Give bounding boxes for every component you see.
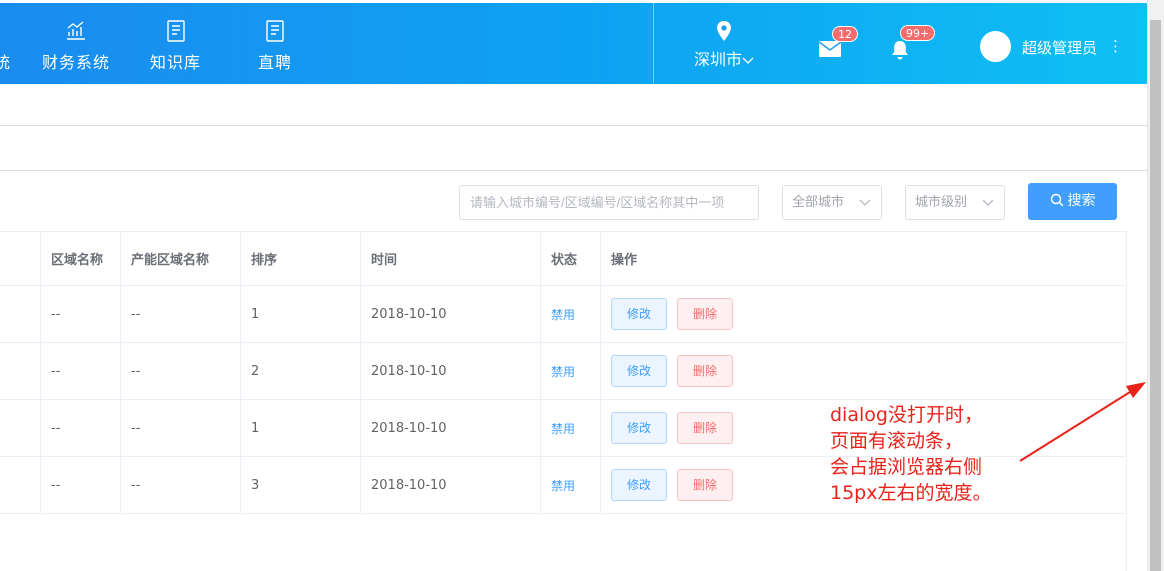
edit-button[interactable]: 修改: [611, 298, 667, 330]
nav-item-knowledge[interactable]: 知识库: [150, 19, 201, 73]
status-toggle-link[interactable]: 禁用: [551, 306, 575, 323]
table-row: -- -- 2 2018-10-10 禁用 修改 删除: [0, 343, 1127, 400]
chevron-down-icon: [742, 57, 754, 64]
mail-button[interactable]: 12: [818, 26, 858, 62]
search-input[interactable]: [459, 185, 759, 220]
city-selector[interactable]: 深圳市: [690, 20, 758, 70]
breadcrumb-bar: [0, 84, 1147, 126]
city-label: 深圳市: [693, 50, 742, 69]
nav-item-finance[interactable]: 财务系统: [42, 19, 110, 73]
city-filter-select[interactable]: 全部城市: [782, 185, 882, 220]
more-vertical-icon[interactable]: ⋮: [1108, 37, 1123, 55]
delete-button[interactable]: 删除: [677, 298, 733, 330]
table-right-border: [1126, 231, 1127, 571]
notification-button[interactable]: 99+: [890, 25, 936, 65]
edit-button[interactable]: 修改: [611, 412, 667, 444]
level-filter-value: 城市级别: [915, 195, 968, 210]
search-icon: [1050, 193, 1063, 207]
column-header: 时间: [360, 232, 540, 285]
nav-item-label: 财务系统: [42, 53, 111, 72]
table-row: -- -- 1 2018-10-10 禁用 修改 删除: [0, 286, 1127, 343]
status-toggle-link[interactable]: 禁用: [551, 363, 575, 380]
bell-icon: [892, 41, 908, 60]
nav-item-recruit[interactable]: 直聘: [258, 19, 292, 73]
table-header-row: 区域名称 产能区域名称 排序 时间 状态 操作: [0, 232, 1127, 286]
chevron-down-icon: [982, 199, 994, 206]
delete-button[interactable]: 删除: [677, 355, 733, 387]
level-filter-select[interactable]: 城市级别: [905, 185, 1005, 220]
document-icon: [266, 20, 284, 42]
mail-badge: 12: [832, 26, 858, 42]
nav-item-label: 知识库: [150, 53, 202, 72]
edit-button[interactable]: 修改: [611, 469, 667, 501]
username[interactable]: 超级管理员: [1022, 37, 1097, 58]
chart-icon: [67, 21, 85, 40]
notification-badge: 99+: [900, 25, 936, 41]
status-toggle-link[interactable]: 禁用: [551, 420, 575, 437]
edit-button[interactable]: 修改: [611, 355, 667, 387]
mail-icon: [818, 41, 842, 57]
column-header: 操作: [600, 232, 1127, 285]
annotation-text: dialog没打开时， 页面有滚动条， 会占据浏览器右侧 15px左右的宽度。: [830, 404, 992, 504]
status-toggle-link[interactable]: 禁用: [551, 477, 575, 494]
header-divider: [653, 3, 654, 84]
nav-item-system[interactable]: 统: [0, 19, 11, 73]
app-root: 统 财务系统 知识库 直聘 深圳市 12 99+ 超级管理员 ⋮ 请输入城市编号…: [0, 0, 1164, 571]
nav-item-label: 统: [0, 53, 12, 72]
delete-button[interactable]: 删除: [677, 469, 733, 501]
avatar[interactable]: [980, 31, 1011, 62]
column-header: 状态: [540, 232, 600, 285]
nav-item-label: 直聘: [258, 53, 293, 72]
data-table: 区域名称 产能区域名称 排序 时间 状态 操作 -- -- 1 2018-10-…: [0, 231, 1127, 514]
column-header: 排序: [240, 232, 360, 285]
document-icon: [166, 20, 185, 42]
location-pin-icon: [717, 21, 731, 41]
column-header: 产能区域名称: [120, 232, 240, 285]
city-filter-value: 全部城市: [792, 195, 845, 210]
column-header: 区域名称: [40, 232, 120, 285]
search-button-label: 搜索: [1067, 193, 1096, 209]
tabs-bar: [0, 126, 1147, 171]
scrollbar-thumb[interactable]: [1150, 20, 1161, 571]
search-button[interactable]: 搜索: [1028, 183, 1117, 220]
delete-button[interactable]: 删除: [677, 412, 733, 444]
chevron-down-icon: [859, 199, 871, 206]
top-header: 统 财务系统 知识库 直聘 深圳市 12 99+ 超级管理员 ⋮: [0, 3, 1147, 84]
